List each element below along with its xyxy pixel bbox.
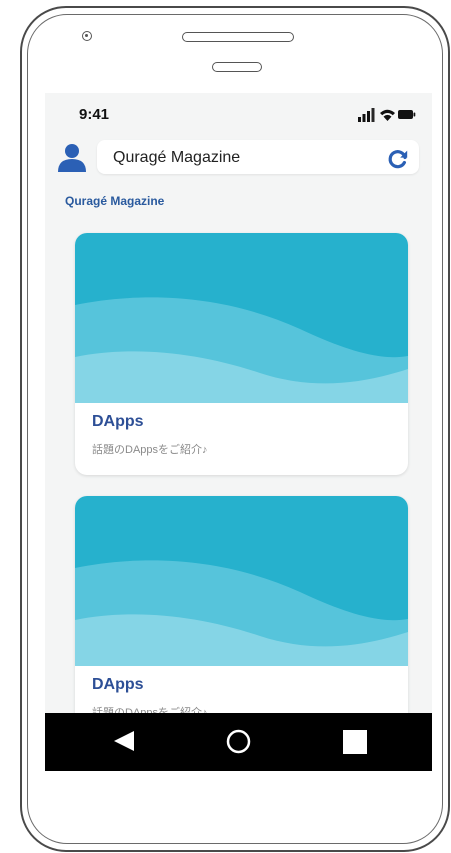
home-icon[interactable] <box>226 729 251 754</box>
battery-icon <box>398 110 416 119</box>
user-icon[interactable] <box>57 142 87 172</box>
card-banner-image <box>75 233 408 403</box>
status-icons <box>358 108 416 122</box>
recent-apps-icon[interactable] <box>343 730 367 754</box>
proximity-sensor <box>212 62 262 72</box>
front-camera <box>82 31 92 41</box>
search-bar[interactable]: Quragé Magazine <box>97 140 419 174</box>
search-text: Quragé Magazine <box>113 149 241 166</box>
navigation-bar <box>45 713 432 771</box>
article-card-1[interactable]: DApps 話題のDAppsをご紹介♪ <box>75 233 408 475</box>
screen: 9:41 Quragé Magazine Quragé Magazine DAp… <box>45 93 432 771</box>
status-time: 9:41 <box>79 106 110 123</box>
refresh-icon[interactable] <box>387 148 409 170</box>
card-banner-image <box>75 496 408 666</box>
signal-icon <box>358 108 375 122</box>
card-subtitle: 話題のDAppsをご紹介♪ <box>92 444 208 456</box>
earpiece-speaker <box>182 32 294 42</box>
card-title: DApps <box>92 413 144 430</box>
app-header: Quragé Magazine <box>45 135 432 183</box>
wifi-icon <box>380 109 395 121</box>
section-title: Quragé Magazine <box>65 194 165 208</box>
back-icon[interactable] <box>113 730 135 752</box>
card-title: DApps <box>92 676 144 693</box>
status-bar: 9:41 <box>45 93 432 135</box>
